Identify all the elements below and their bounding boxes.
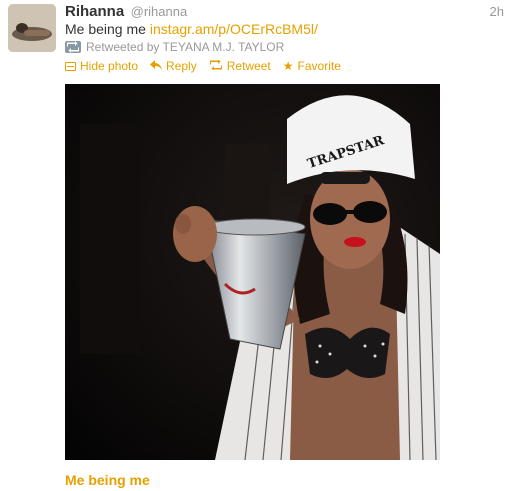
reply-button[interactable]: Reply bbox=[150, 59, 197, 73]
hide-photo-button[interactable]: Hide photo bbox=[65, 59, 138, 73]
hide-photo-label: Hide photo bbox=[80, 59, 139, 73]
retweeted-by-text[interactable]: Retweeted by TEYANA M.J. TAYLOR bbox=[86, 40, 284, 54]
favorite-label: Favorite bbox=[297, 59, 341, 73]
retweet-button[interactable]: Retweet bbox=[209, 59, 271, 73]
tweet-text: Me being me instagr.am/p/OCErRcBM5l/ bbox=[65, 21, 318, 37]
tweet-photo[interactable]: TRAPSTAR bbox=[65, 84, 440, 460]
tweet-actions: Hide photo Reply Retweet ★ Favorite bbox=[65, 59, 353, 73]
media-caption[interactable]: Me being me bbox=[65, 472, 150, 488]
instagram-link[interactable]: instagr.am/p/OCErRcBM5l/ bbox=[150, 21, 318, 37]
photo-icon bbox=[65, 61, 76, 71]
fullname[interactable]: Rihanna bbox=[65, 3, 124, 20]
retweet-icon bbox=[209, 59, 223, 73]
username[interactable]: @rihanna bbox=[131, 4, 188, 19]
reply-arrow-icon bbox=[150, 59, 163, 73]
timestamp[interactable]: 2h bbox=[490, 4, 504, 19]
retweet-label: Retweet bbox=[226, 59, 271, 73]
favorite-button[interactable]: ★ Favorite bbox=[283, 59, 341, 73]
retweeted-by: Retweeted by TEYANA M.J. TAYLOR bbox=[65, 40, 284, 54]
tweet: Rihanna @rihanna 2h Me being me instagr.… bbox=[0, 0, 512, 491]
retweet-icon bbox=[65, 41, 81, 53]
reply-label: Reply bbox=[166, 59, 197, 73]
tweet-text-body: Me being me bbox=[65, 21, 150, 37]
tweet-header: Rihanna @rihanna 2h bbox=[65, 3, 504, 21]
star-icon: ★ bbox=[282, 59, 294, 73]
avatar[interactable] bbox=[8, 4, 56, 52]
